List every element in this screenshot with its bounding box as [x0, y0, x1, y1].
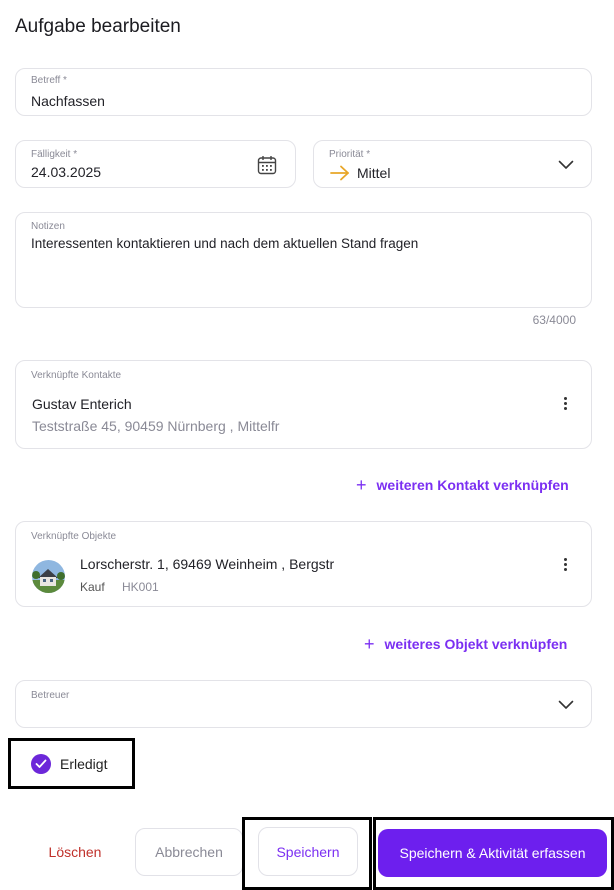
add-object-button[interactable]: + weiteres Objekt verknüpfen	[364, 635, 567, 653]
done-checkbox-group: Erledigt	[8, 738, 135, 789]
linked-objects-label: Verknüpfte Objekte	[31, 531, 117, 542]
due-date-field[interactable]: Fälligkeit * 24.03.2025	[15, 140, 296, 188]
delete-button[interactable]: Löschen	[30, 828, 120, 876]
save-button[interactable]: Speichern	[258, 827, 358, 876]
object-ref: HK001	[122, 580, 159, 594]
page-title: Aufgabe bearbeiten	[15, 16, 181, 37]
notes-label: Notizen	[31, 221, 65, 232]
property-thumbnail	[32, 560, 65, 593]
subject-field[interactable]: Betreff * Nachfassen	[15, 68, 592, 116]
calendar-icon[interactable]	[257, 155, 277, 175]
arrow-right-icon	[330, 165, 349, 181]
save-and-log-activity-button[interactable]: Speichern & Aktivität erfassen	[378, 829, 607, 877]
add-object-label: weiteres Objekt verknüpfen	[384, 636, 568, 652]
linked-contacts-card: Verknüpfte Kontakte Gustav Enterich Test…	[15, 360, 592, 449]
checkmark-icon	[35, 759, 47, 768]
chevron-down-icon[interactable]	[558, 700, 574, 710]
priority-select[interactable]: Priorität * Mittel	[313, 140, 592, 188]
contact-more-icon[interactable]	[558, 394, 572, 412]
object-more-icon[interactable]	[558, 555, 572, 573]
object-address[interactable]: Lorscherstr. 1, 69469 Weinheim , Bergstr	[80, 556, 334, 572]
priority-label: Priorität *	[329, 149, 371, 160]
subject-value: Nachfassen	[31, 93, 105, 109]
contact-name[interactable]: Gustav Enterich	[32, 396, 132, 412]
due-date-value: 24.03.2025	[31, 164, 102, 180]
linked-objects-card: Verknüpfte Objekte Lorscherstr. 1, 69469…	[15, 521, 592, 607]
notes-char-counter: 63/4000	[532, 313, 576, 327]
assignee-label: Betreuer	[31, 690, 70, 701]
due-date-label: Fälligkeit *	[31, 149, 78, 160]
notes-value: Interessenten kontaktieren und nach dem …	[31, 236, 419, 251]
object-type: Kauf	[80, 580, 105, 594]
priority-value: Mittel	[357, 165, 391, 181]
subject-label: Betreff *	[31, 75, 67, 86]
done-label: Erledigt	[60, 755, 108, 772]
add-contact-label: weiteren Kontakt verknüpfen	[376, 477, 569, 493]
contact-address: Teststraße 45, 90459 Nürnberg , Mittelfr	[32, 418, 280, 434]
linked-contacts-label: Verknüpfte Kontakte	[31, 370, 122, 381]
notes-field[interactable]: Notizen Interessenten kontaktieren und n…	[15, 212, 592, 308]
done-checkbox[interactable]	[31, 753, 51, 774]
cancel-button[interactable]: Abbrechen	[135, 828, 243, 876]
chevron-down-icon[interactable]	[558, 160, 574, 170]
add-contact-button[interactable]: + weiteren Kontakt verknüpfen	[356, 476, 569, 494]
plus-icon: +	[356, 475, 367, 495]
plus-icon: +	[364, 634, 375, 654]
assignee-select[interactable]: Betreuer	[15, 680, 592, 728]
